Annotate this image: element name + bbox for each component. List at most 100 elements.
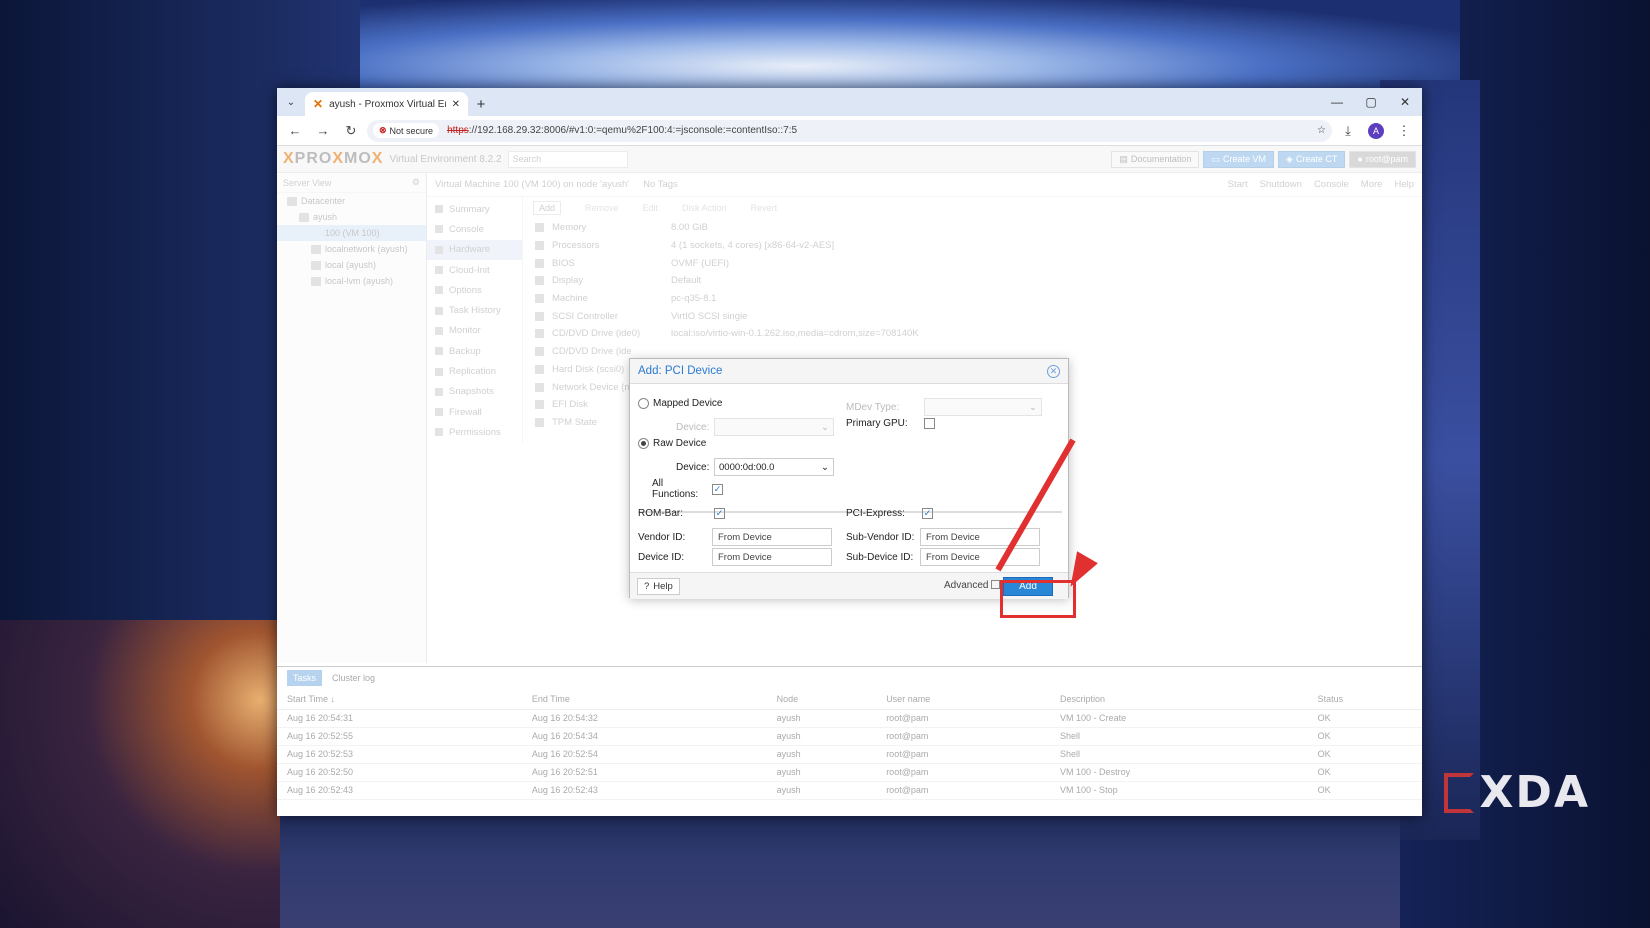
chevron-down-icon: ⌄	[821, 461, 829, 473]
mapped-device-row: Device: ⌄	[676, 418, 834, 436]
col-node[interactable]: Node	[766, 689, 877, 710]
table-cell: Aug 16 20:52:50	[277, 763, 522, 782]
table-cell: Aug 16 20:52:43	[277, 781, 522, 800]
table-cell: Aug 16 20:52:53	[277, 745, 522, 764]
profile-button[interactable]: A	[1364, 119, 1388, 143]
raw-device-option[interactable]: Raw Device	[638, 438, 706, 449]
dialog-title: Add: PCI Device	[638, 365, 723, 377]
table-row[interactable]: Aug 16 20:52:53 Aug 16 20:52:54 ayush root@…	[277, 745, 1422, 764]
forward-icon[interactable]: →	[311, 119, 335, 143]
tab-tasks[interactable]: Tasks	[287, 670, 323, 686]
all-functions-checkbox[interactable]: ✓	[712, 483, 723, 495]
background-desk	[280, 810, 1400, 928]
mdev-type-label: MDev Type:	[846, 401, 900, 413]
col-user-name[interactable]: User name	[876, 689, 1051, 710]
table-row[interactable]: Aug 16 20:52:55 Aug 16 20:54:34 ayush root@…	[277, 727, 1422, 746]
tab-cluster-log[interactable]: Cluster log	[332, 673, 375, 683]
raw-device-row: Device: 0000:0d:00.0 ⌄	[676, 458, 834, 476]
mapped-device-select[interactable]: ⌄	[714, 418, 834, 436]
primary-gpu-row: Primary GPU:	[846, 418, 935, 429]
dialog-help-button[interactable]: ? Help	[637, 578, 680, 595]
tab-title: ayush - Proxmox Virtual Enviro	[329, 98, 446, 110]
rom-bar-checkbox[interactable]: ✓	[714, 508, 725, 519]
table-row[interactable]: Aug 16 20:52:50 Aug 16 20:52:51 ayush root@…	[277, 763, 1422, 782]
maximize-icon[interactable]: ▢	[1354, 88, 1388, 116]
minimize-icon[interactable]: —	[1320, 88, 1354, 116]
bookmark-star-icon[interactable]: ☆	[1317, 125, 1326, 136]
table-cell: root@pam	[876, 727, 1051, 746]
rom-bar-row: ROM-Bar: ✓	[638, 508, 725, 519]
task-header-row: Start Time ↓ End Time Node User name Des…	[277, 689, 1422, 710]
xda-watermark: XDA	[1443, 767, 1591, 818]
all-functions-label: All Functions:	[652, 478, 699, 500]
advanced-label: Advanced	[944, 580, 989, 591]
url-text: https://192.168.29.32:8006/#v1:0:=qemu%2…	[447, 125, 797, 136]
table-cell: Shell	[1050, 745, 1308, 764]
mapped-device-radio[interactable]	[638, 398, 649, 409]
vendor-id-label: Vendor ID:	[638, 531, 686, 543]
close-tab-icon[interactable]: ✕	[452, 99, 460, 110]
table-cell: ayush	[766, 727, 877, 746]
address-bar: ← → ↻ ⊗ Not secure https://192.168.29.32:…	[277, 116, 1422, 146]
table-cell: Aug 16 20:54:31	[277, 709, 522, 728]
table-cell: OK	[1307, 727, 1422, 746]
avatar: A	[1368, 122, 1384, 139]
sub-device-id-input[interactable]: From Device	[920, 548, 1040, 566]
device-select[interactable]: 0000:0d:00.0 ⌄	[714, 458, 834, 476]
table-cell: ayush	[766, 781, 877, 800]
raw-device-label: Raw Device	[653, 438, 707, 449]
table-cell: root@pam	[876, 709, 1051, 728]
raw-device-radio[interactable]	[638, 438, 649, 449]
sub-vendor-id-label: Sub-Vendor ID:	[846, 531, 915, 543]
pci-express-label: PCI-Express:	[846, 508, 905, 519]
browser-tab[interactable]: ✕ ayush - Proxmox Virtual Enviro ✕	[305, 92, 468, 116]
advanced-toggle[interactable]: Advanced	[944, 580, 1001, 591]
all-functions-row: All Functions: ✓	[652, 478, 723, 500]
tab-bar: ⌄ ✕ ayush - Proxmox Virtual Enviro ✕ + —…	[277, 88, 1422, 116]
url-scheme: https	[447, 125, 469, 136]
reload-icon[interactable]: ↻	[339, 119, 363, 143]
table-cell: Aug 16 20:52:55	[277, 727, 522, 746]
table-cell: OK	[1307, 745, 1422, 764]
close-window-icon[interactable]: ✕	[1388, 88, 1422, 116]
pci-express-checkbox[interactable]: ✓	[922, 508, 933, 519]
col-status[interactable]: Status	[1307, 689, 1422, 710]
table-cell: OK	[1307, 709, 1422, 728]
advanced-checkbox[interactable]	[991, 580, 1001, 589]
new-tab-button[interactable]: +	[468, 92, 494, 116]
vendor-id-row: Vendor ID: From Device	[638, 528, 832, 546]
primary-gpu-checkbox[interactable]	[924, 418, 935, 429]
table-row[interactable]: Aug 16 20:52:43 Aug 16 20:52:43 ayush root@…	[277, 781, 1422, 800]
table-cell: root@pam	[876, 781, 1051, 800]
close-icon[interactable]: ✕	[1047, 364, 1060, 378]
warning-icon: ⊗	[379, 125, 387, 135]
device-field-label: Device:	[676, 461, 710, 473]
table-row[interactable]: Aug 16 20:54:31 Aug 16 20:54:32 ayush root@…	[277, 709, 1422, 728]
table-cell: root@pam	[876, 745, 1051, 764]
mapped-device-field-label: Device:	[676, 421, 710, 433]
table-cell: Aug 16 20:54:32	[521, 709, 767, 728]
menu-kebab-icon[interactable]: ⋮	[1392, 119, 1416, 143]
mapped-device-label: Mapped Device	[653, 398, 723, 409]
table-cell: ayush	[766, 745, 877, 764]
not-secure-label: Not secure	[389, 125, 434, 136]
not-secure-badge[interactable]: ⊗ Not secure	[373, 123, 440, 138]
col-description[interactable]: Description	[1050, 689, 1308, 710]
mapped-device-option[interactable]: Mapped Device	[638, 398, 722, 409]
table-cell: VM 100 - Create	[1050, 709, 1308, 728]
vendor-id-input[interactable]: From Device	[712, 528, 832, 546]
col-start-time[interactable]: Start Time ↓	[277, 689, 522, 710]
table-cell: VM 100 - Stop	[1050, 781, 1308, 800]
table-cell: Aug 16 20:54:34	[521, 727, 767, 746]
download-icon[interactable]: ⤓	[1336, 119, 1360, 143]
xda-logo-mark	[1443, 773, 1474, 813]
mdev-type-select[interactable]: ⌄	[924, 398, 1042, 416]
table-cell: Aug 16 20:52:51	[521, 763, 767, 782]
tab-search-icon[interactable]: ⌄	[277, 88, 305, 116]
table-cell: VM 100 - Destroy	[1050, 763, 1308, 782]
mdev-type-row: MDev Type: ⌄	[846, 398, 1042, 416]
back-icon[interactable]: ←	[283, 119, 307, 143]
col-end-time[interactable]: End Time	[521, 689, 767, 710]
device-id-input[interactable]: From Device	[712, 548, 832, 566]
url-field[interactable]: ⊗ Not secure https://192.168.29.32:8006/#…	[367, 119, 1332, 142]
